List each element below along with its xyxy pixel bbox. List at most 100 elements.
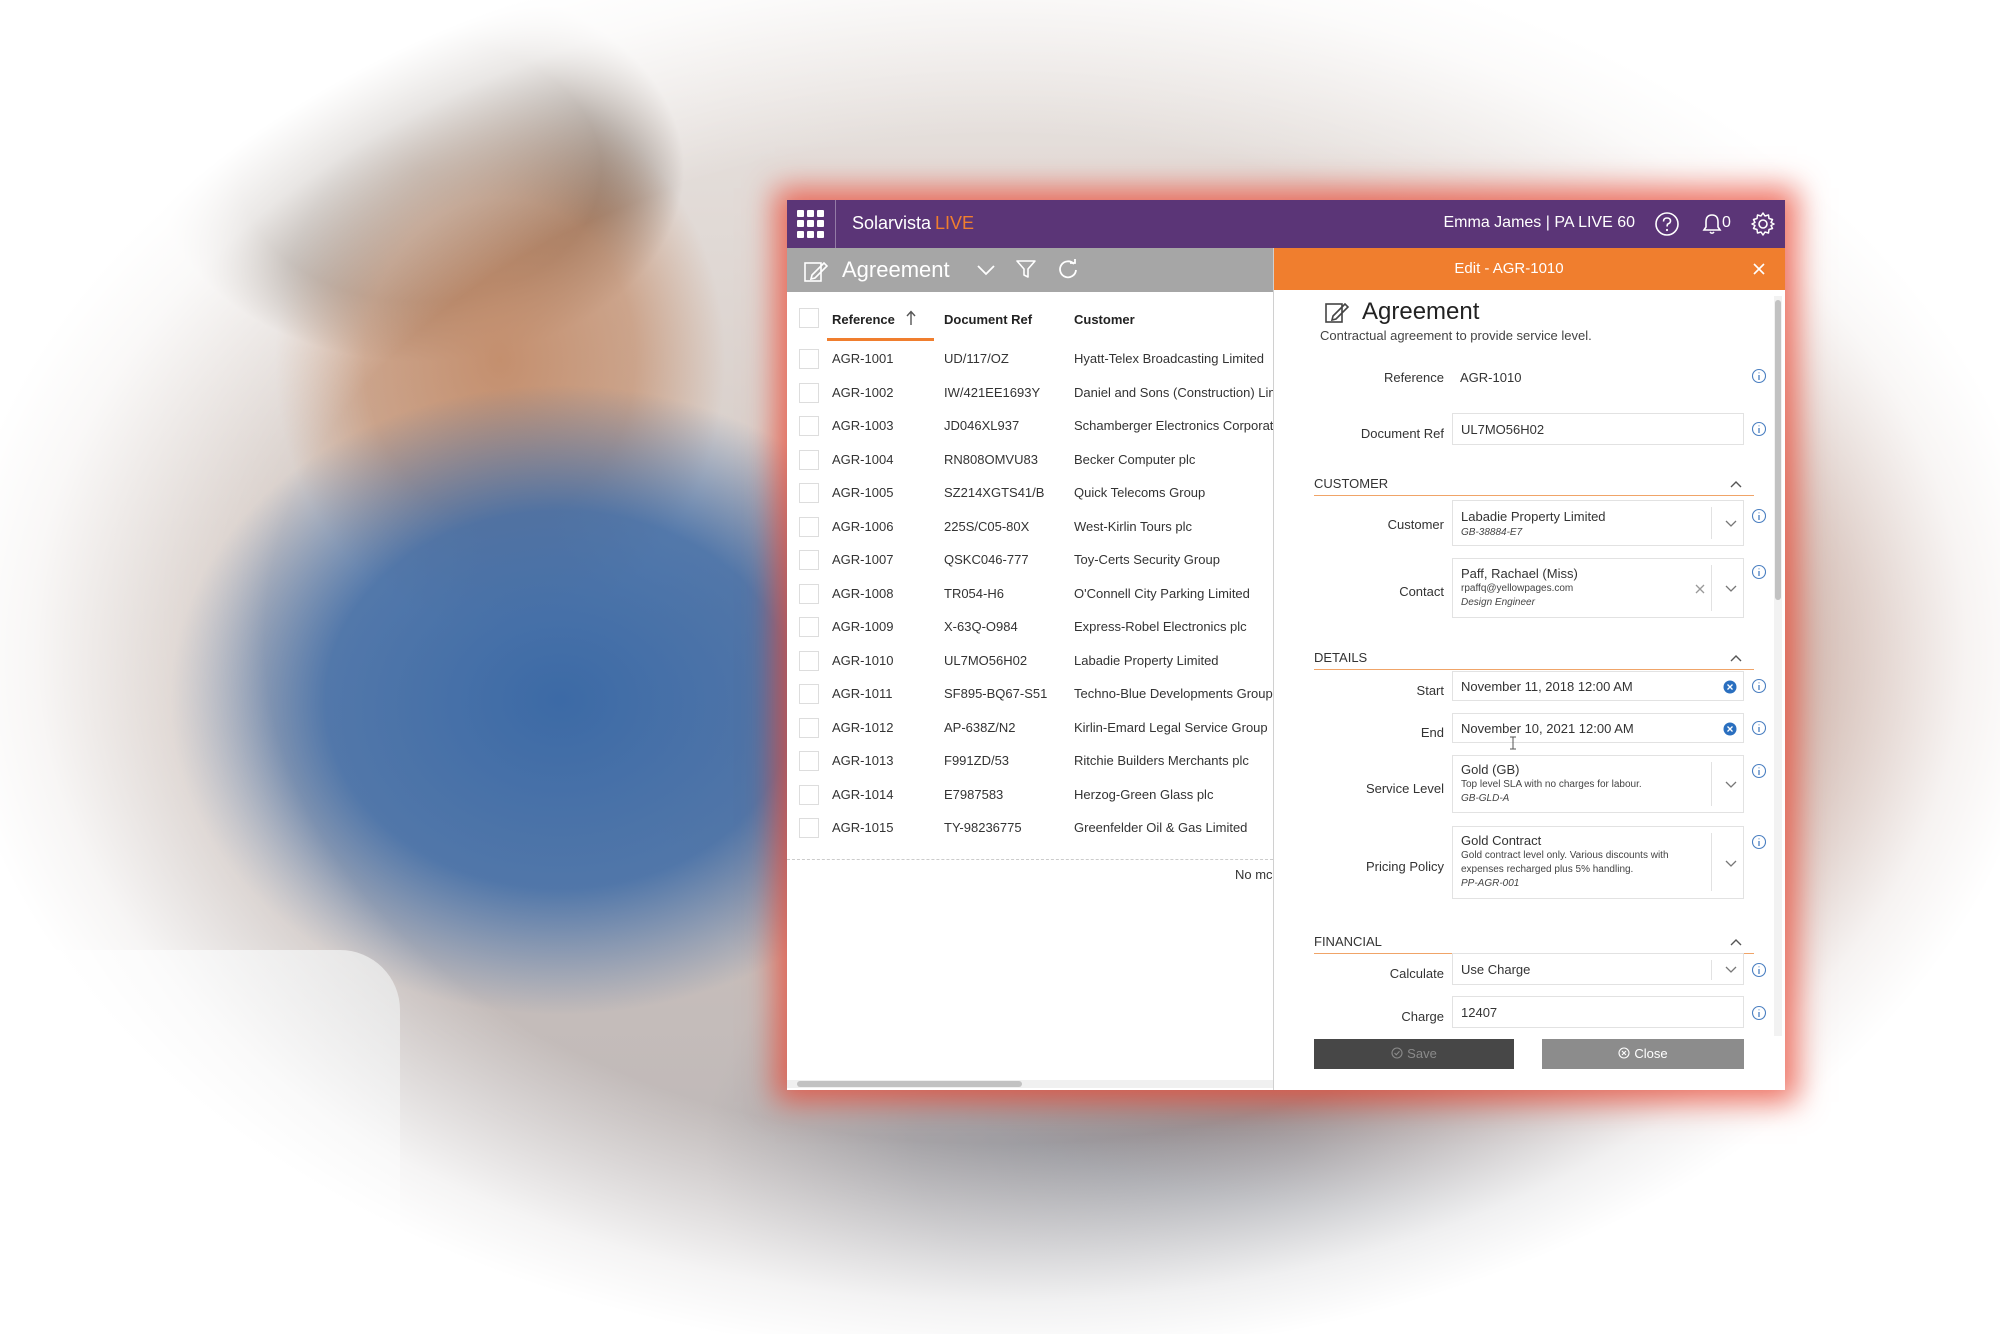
row-customer: Kirlin-Emard Legal Service Group <box>1074 719 1268 735</box>
table-row[interactable]: AGR-1002 IW/421EE1693Y Daniel and Sons (Co… <box>787 376 1273 409</box>
info-icon[interactable] <box>1751 834 1767 850</box>
row-checkbox[interactable] <box>799 483 819 503</box>
customer-section-header[interactable]: CUSTOMER <box>1314 474 1754 496</box>
customer-dropdown[interactable]: Labadie Property Limited GB-38884-E7 <box>1452 500 1744 546</box>
app-launcher-icon[interactable] <box>797 210 825 238</box>
scrollbar-thumb[interactable] <box>797 1081 1022 1087</box>
agreement-list: Reference Document Ref Customer AGR-1001… <box>787 292 1273 1090</box>
filter-icon[interactable] <box>1015 258 1037 280</box>
info-icon[interactable] <box>1751 368 1767 384</box>
sort-ascending-icon[interactable] <box>905 310 917 326</box>
close-button[interactable]: Close <box>1542 1039 1744 1069</box>
charge-value: 12407 <box>1461 1005 1498 1020</box>
table-row[interactable]: AGR-1015 TY-98236775 Greenfelder Oil & Gas… <box>787 811 1273 844</box>
chevron-up-icon[interactable] <box>1730 938 1742 946</box>
chevron-down-icon[interactable] <box>1725 520 1737 528</box>
row-reference: AGR-1006 <box>832 518 894 534</box>
document-ref-field[interactable]: UL7MO56H02 <box>1452 413 1744 445</box>
help-icon[interactable] <box>1654 211 1680 237</box>
table-row[interactable]: AGR-1014 E7987583 Herzog-Green Glass plc <box>787 778 1273 811</box>
chevron-down-icon[interactable] <box>1725 966 1737 974</box>
row-checkbox[interactable] <box>799 416 819 436</box>
row-checkbox[interactable] <box>799 684 819 704</box>
chevron-down-icon[interactable] <box>977 264 995 276</box>
clear-icon[interactable] <box>1695 584 1705 594</box>
financial-section-header[interactable]: FINANCIAL <box>1314 932 1754 954</box>
row-checkbox[interactable] <box>799 449 819 470</box>
chevron-down-icon[interactable] <box>1725 860 1737 868</box>
end-date-field[interactable]: November 10, 2021 12:00 AM <box>1452 713 1744 743</box>
table-row[interactable]: AGR-1009 X-63Q-O984 Express-Robel Electron… <box>787 610 1273 643</box>
row-checkbox[interactable] <box>799 617 819 637</box>
info-icon[interactable] <box>1751 763 1767 779</box>
info-icon[interactable] <box>1751 564 1767 580</box>
row-checkbox[interactable] <box>799 550 819 570</box>
charge-field[interactable]: 12407 <box>1452 996 1744 1028</box>
info-icon[interactable] <box>1751 962 1767 978</box>
row-document-ref: SZ214XGTS41/B <box>944 485 1045 500</box>
row-checkbox[interactable] <box>799 717 819 738</box>
table-row[interactable]: AGR-1001 UD/117/OZ Hyatt-Telex Broadcastin… <box>787 342 1273 375</box>
pricing-policy-description: Gold contract level only. Various discou… <box>1461 850 1669 861</box>
end-label: End <box>1420 725 1444 740</box>
row-checkbox[interactable] <box>799 784 819 805</box>
customer-code: GB-38884-E7 <box>1461 527 1523 538</box>
chevron-up-icon[interactable] <box>1730 654 1742 662</box>
scrollbar-thumb[interactable] <box>1775 300 1781 600</box>
info-icon[interactable] <box>1751 421 1767 437</box>
select-all-checkbox[interactable] <box>799 308 819 328</box>
row-checkbox[interactable] <box>799 818 819 838</box>
table-row[interactable]: AGR-1005 SZ214XGTS41/B Quick Telecoms Grou… <box>787 476 1273 509</box>
gear-icon[interactable] <box>1750 211 1776 237</box>
user-info[interactable]: Emma James | PA LIVE 60 <box>1444 214 1636 232</box>
info-icon[interactable] <box>1751 1005 1767 1021</box>
pricing-policy-dropdown[interactable]: Gold Contract Gold contract level only. … <box>1452 826 1744 899</box>
row-checkbox[interactable] <box>799 751 819 771</box>
table-row[interactable]: AGR-1008 TR054-H6 O'Connell City Parking L… <box>787 577 1273 610</box>
contact-dropdown[interactable]: Paff, Rachael (Miss) rpaffq@yellowpages.… <box>1452 558 1744 618</box>
row-checkbox[interactable] <box>799 650 819 671</box>
info-icon[interactable] <box>1751 508 1767 524</box>
row-document-ref: 225S/C05-80X <box>944 518 1030 534</box>
chevron-down-icon[interactable] <box>1725 585 1737 593</box>
table-row[interactable]: AGR-1006 225S/C05-80X West-Kirlin Tours pl… <box>787 510 1273 543</box>
table-row[interactable]: AGR-1012 AP-638Z/N2 Kirlin-Emard Legal Ser… <box>787 711 1273 744</box>
row-checkbox[interactable] <box>799 583 819 604</box>
info-icon[interactable] <box>1751 678 1767 694</box>
agreement-icon <box>1325 302 1350 323</box>
details-section-header[interactable]: DETAILS <box>1314 648 1754 670</box>
clear-date-icon[interactable] <box>1723 722 1737 736</box>
calculate-dropdown[interactable]: Use Charge <box>1452 953 1744 985</box>
save-button[interactable]: Save <box>1314 1039 1514 1069</box>
row-checkbox[interactable] <box>799 516 819 537</box>
agreement-icon <box>804 261 829 282</box>
table-row[interactable]: AGR-1011 SF895-BQ67-S51 Techno-Blue Develo… <box>787 677 1273 710</box>
close-icon[interactable] <box>1752 262 1766 276</box>
row-checkbox[interactable] <box>799 382 819 403</box>
column-header-customer[interactable]: Customer <box>1074 312 1135 327</box>
table-row[interactable]: AGR-1003 JD046XL937 Schamberger Electronic… <box>787 409 1273 442</box>
table-row[interactable]: AGR-1004 RN808OMVU83 Becker Computer plc <box>787 443 1273 476</box>
info-icon[interactable] <box>1751 720 1767 736</box>
clear-date-icon[interactable] <box>1723 680 1737 694</box>
customer-value: Labadie Property Limited <box>1461 509 1606 524</box>
service-level-value: Gold (GB) <box>1461 762 1520 777</box>
table-row[interactable]: AGR-1007 QSKC046-777 Toy-Certs Security Gr… <box>787 543 1273 576</box>
horizontal-scrollbar[interactable] <box>787 1080 1273 1088</box>
chevron-up-icon[interactable] <box>1730 480 1742 488</box>
dropdown-divider <box>1711 833 1712 891</box>
table-row[interactable]: AGR-1013 F991ZD/53 Ritchie Builders Mercha… <box>787 744 1273 777</box>
column-header-reference[interactable]: Reference <box>832 312 895 327</box>
service-level-dropdown[interactable]: Gold (GB) Top level SLA with no charges … <box>1452 755 1744 813</box>
table-row[interactable]: AGR-1010 UL7MO56H02 Labadie Property Limit… <box>787 644 1273 677</box>
list-title[interactable]: Agreement <box>842 257 950 283</box>
vertical-scrollbar[interactable] <box>1774 296 1782 1036</box>
column-header-document-ref[interactable]: Document Ref <box>944 312 1032 327</box>
contact-email: rpaffq@yellowpages.com <box>1461 583 1574 594</box>
row-checkbox[interactable] <box>799 349 819 369</box>
start-date-field[interactable]: November 11, 2018 12:00 AM <box>1452 671 1744 701</box>
row-customer: Daniel and Sons (Construction) Lim <box>1074 384 1273 400</box>
chevron-down-icon[interactable] <box>1725 781 1737 789</box>
refresh-icon[interactable] <box>1057 258 1079 280</box>
row-customer: Schamberger Electronics Corporat <box>1074 418 1273 433</box>
